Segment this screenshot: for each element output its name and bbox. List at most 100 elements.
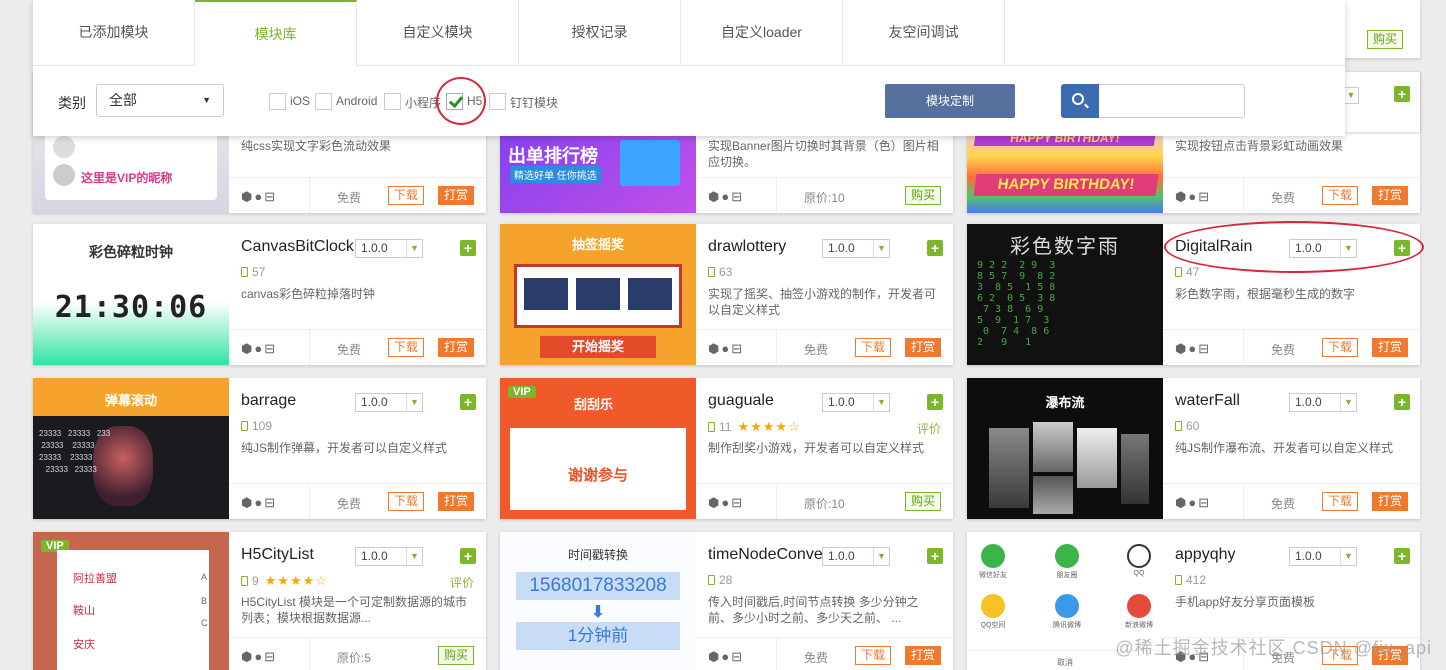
phone-icon (241, 576, 248, 586)
download-button[interactable]: 下载 (855, 338, 891, 357)
add-module-icon[interactable]: + (460, 240, 476, 256)
module-price: 免费 (1271, 191, 1296, 205)
phone-icon (1175, 421, 1182, 431)
module-card-peek: 购买 (1345, 0, 1420, 58)
watermark: @稀土掘金技术社区 CSDN @fix_api (1115, 638, 1432, 658)
module-price: 免费 (1271, 343, 1296, 357)
module-thumbnail: 时间戳转换 1568017833208 ⬇ 1分钟前 (500, 532, 696, 670)
module-price: 免费 (804, 343, 829, 357)
download-button[interactable]: 下载 (388, 338, 424, 357)
platform-icons: ⬢●⊟ (708, 189, 745, 204)
search-icon (1072, 93, 1084, 105)
module-desc: 纯css实现文字彩色流动效果 (241, 139, 392, 153)
platform-icons: ⬢●⊟ (241, 341, 278, 356)
add-module-icon[interactable]: + (927, 394, 943, 410)
platform-checkbox-android[interactable] (315, 93, 332, 110)
module-name[interactable]: drawlottery (708, 238, 786, 256)
module-desc: 实现Banner图片切换时其背景（色）图片相应切换。 (708, 139, 939, 169)
add-module-icon[interactable]: + (460, 548, 476, 564)
module-price: 免费 (804, 651, 829, 665)
search-button[interactable] (1061, 84, 1099, 118)
tab-custom-modules[interactable]: 自定义模块 (357, 0, 519, 66)
rate-link[interactable]: 评价 (917, 420, 941, 437)
version-select[interactable]: 1.0.0 ▼ (1289, 547, 1357, 566)
version-select[interactable]: 1.0.0 ▼ (1289, 393, 1357, 412)
add-module-icon[interactable]: + (927, 548, 943, 564)
search-input[interactable] (1099, 84, 1245, 118)
add-module-icon[interactable]: + (927, 240, 943, 256)
module-card: 抽签摇奖 开始摇奖 drawlottery 1.0.0 ▼ + 63 实现了摇奖、… (500, 224, 953, 365)
module-name[interactable]: barrage (241, 392, 296, 410)
buy-button[interactable]: 购买 (438, 646, 474, 665)
module-name[interactable]: waterFall (1175, 392, 1240, 410)
tip-button[interactable]: 打赏 (1372, 492, 1408, 511)
download-button[interactable]: 下载 (388, 492, 424, 511)
module-desc: 实现按钮点击背景彩虹动画效果 (1175, 139, 1344, 153)
download-count: 47 (1175, 265, 1199, 279)
tab-license-records[interactable]: 授权记录 (519, 0, 681, 66)
download-count: 60 (1175, 419, 1199, 433)
add-module-icon[interactable]: + (1394, 86, 1410, 102)
version-select[interactable]: 1.0.0 ▼ (355, 547, 423, 566)
module-card: VIP 阿拉善盟 鞍山 安庆 A B C H5CityList 1.0.0 ▼ +… (33, 532, 486, 670)
version-select[interactable]: 1.0.0 ▼ (822, 547, 890, 566)
buy-button[interactable]: 购买 (905, 186, 941, 205)
tab-custom-loader[interactable]: 自定义loader (681, 0, 843, 66)
download-button[interactable]: 下载 (1322, 338, 1358, 357)
version-select[interactable]: 1.0.0 ▼ (822, 393, 890, 412)
tab-youspace-debug[interactable]: 友空间调试 (843, 0, 1005, 66)
category-select[interactable]: 全部 ▼ (96, 84, 224, 117)
add-module-icon[interactable]: + (1394, 548, 1410, 564)
tip-button[interactable]: 打赏 (1372, 186, 1408, 205)
add-module-icon[interactable]: + (460, 394, 476, 410)
highlight-oval (1164, 221, 1424, 273)
module-thumbnail: 彩色数字雨 9 2 2 2 9 38 5 7 9 8 23 8 5 1 5 86… (967, 224, 1163, 365)
tip-button[interactable]: 打赏 (1372, 338, 1408, 357)
phone-icon (1175, 575, 1182, 585)
tab-added-modules[interactable]: 已添加模块 (33, 0, 195, 66)
tip-button[interactable]: 打赏 (438, 492, 474, 511)
module-desc: 手机app好友分享页面模板 (1175, 595, 1316, 609)
tab-module-library[interactable]: 模块库 (195, 0, 357, 67)
platform-checkbox-miniprogram[interactable] (384, 93, 401, 110)
module-desc: 制作刮奖小游戏，开发者可以自定义样式 (708, 441, 925, 455)
platform-icons: ⬢●⊟ (241, 495, 278, 510)
module-card: 弹幕滚动 23333 23333 233 23333 23333 23333 23… (33, 378, 486, 519)
platform-checkbox-ios[interactable] (269, 93, 286, 110)
module-thumbnail: VIP 阿拉善盟 鞍山 安庆 A B C (33, 532, 229, 670)
tip-button[interactable]: 打赏 (438, 338, 474, 357)
phone-icon (241, 421, 248, 431)
download-button[interactable]: 下载 (855, 646, 891, 665)
rate-link[interactable]: 评价 (450, 574, 474, 591)
module-name[interactable]: appyqhy (1175, 546, 1236, 564)
download-button[interactable]: 下载 (388, 186, 424, 205)
platform-icons: ⬢●⊟ (241, 649, 278, 664)
module-library-panel: 已添加模块 模块库 自定义模块 授权记录 自定义loader 友空间调试 类别 … (33, 0, 1345, 136)
module-price: 免费 (337, 343, 362, 357)
module-desc: 实现了摇奖、抽签小游戏的制作，开发者可以自定义样式 (708, 287, 937, 317)
version-select[interactable]: 1.0.0 ▼ (822, 239, 890, 258)
download-button[interactable]: 下载 (1322, 492, 1358, 511)
tip-button[interactable]: 打赏 (438, 186, 474, 205)
module-name[interactable]: guaguale (708, 392, 774, 410)
module-price: 原价:10 (804, 497, 845, 511)
module-name[interactable]: H5CityList (241, 546, 314, 564)
tip-button[interactable]: 打赏 (905, 338, 941, 357)
buy-button[interactable]: 购买 (1367, 30, 1403, 49)
phone-icon (708, 575, 715, 585)
module-card: 时间戳转换 1568017833208 ⬇ 1分钟前 timeNodeConve… (500, 532, 953, 670)
download-button[interactable]: 下载 (1322, 186, 1358, 205)
module-card: 瀑布流 waterFall 1.0.0 ▼ + 60 纯JS制作瀑布流、开发者可以… (967, 378, 1420, 519)
download-count: 109 (241, 419, 272, 433)
tip-button[interactable]: 打赏 (905, 646, 941, 665)
module-customize-button[interactable]: 模块定制 (885, 84, 1015, 118)
platform-checkbox-dingtalk[interactable] (489, 93, 506, 110)
download-count: 63 (708, 265, 732, 279)
module-desc: 纯JS制作瀑布流、开发者可以自定义样式 (1175, 441, 1394, 455)
buy-button[interactable]: 购买 (905, 492, 941, 511)
version-select[interactable]: 1.0.0 ▼ (355, 393, 423, 412)
module-name[interactable]: CanvasBitClock (241, 238, 354, 256)
module-price: 免费 (1271, 497, 1296, 511)
version-select[interactable]: 1.0.0 ▼ (355, 239, 423, 258)
add-module-icon[interactable]: + (1394, 394, 1410, 410)
